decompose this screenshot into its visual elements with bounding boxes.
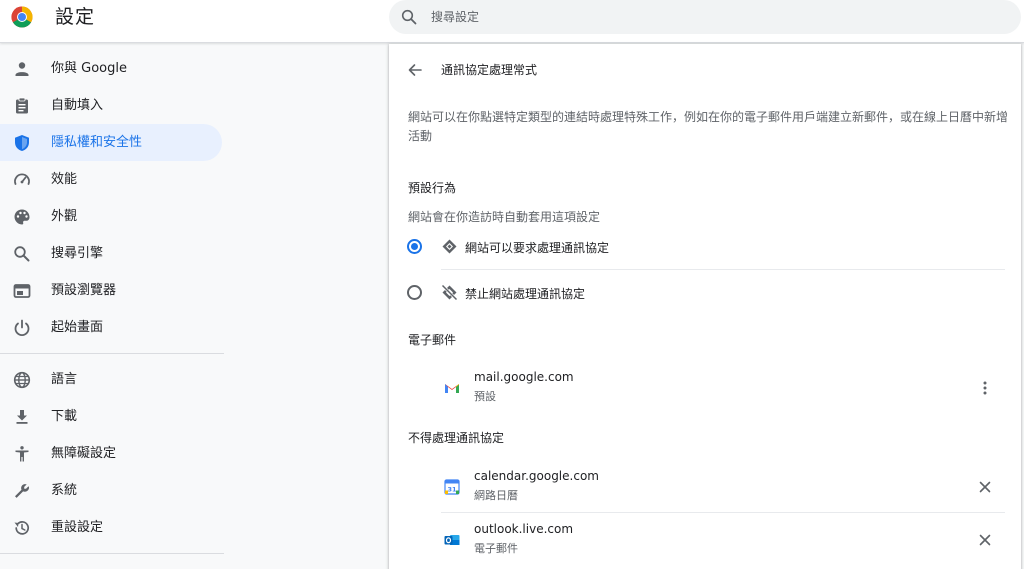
blocked-section-heading: 不得處理通訊協定 [408, 431, 505, 445]
site-name: outlook.live.com [474, 522, 574, 536]
sidebar-item-label: 重設設定 [51, 520, 104, 535]
chrome-logo-icon [11, 6, 33, 28]
sidebar-item-downloads[interactable]: 下載 [0, 398, 222, 435]
globe-icon [13, 371, 31, 389]
search-icon [401, 9, 417, 25]
sidebar-item-label: 外觀 [51, 209, 78, 224]
page-title: 設定 [55, 6, 96, 28]
default-behavior-heading: 預設行為 [408, 181, 457, 195]
radio-allow-protocol-handlers[interactable]: 網站可以要求處理通訊協定 [405, 232, 1005, 262]
site-name: mail.google.com [474, 370, 574, 384]
subpage-title: 通訊協定處理常式 [441, 63, 538, 77]
top-bar: 設定 [0, 0, 1024, 43]
sidebar-divider [0, 553, 224, 554]
wrench-icon [15, 484, 30, 498]
browser-icon [13, 284, 31, 298]
back-button[interactable] [403, 58, 427, 82]
default-behavior-subtext: 網站會在你造訪時自動套用這項設定 [408, 210, 601, 224]
download-icon [16, 410, 28, 424]
remove-site-button[interactable] [973, 475, 997, 499]
radio-block-protocol-handlers[interactable]: 禁止網站處理通訊協定 [405, 278, 1005, 308]
sidebar: 你與 Google 自動填入 隱私權和安全性 效能 外觀 搜尋引擎 預設瀏覽器 … [0, 50, 230, 561]
sidebar-item-you-and-google[interactable]: 你與 Google [0, 50, 222, 87]
person-icon [15, 62, 29, 76]
site-sublabel: 電子郵件 [474, 542, 518, 555]
sidebar-item-on-startup[interactable]: 起始畫面 [0, 309, 222, 346]
sidebar-item-label: 隱私權和安全性 [51, 135, 143, 150]
arrow-back-icon [408, 64, 422, 76]
sidebar-item-system[interactable]: 系統 [0, 472, 222, 509]
more-vert-icon [983, 381, 987, 395]
option-divider [441, 269, 1005, 270]
sidebar-item-performance[interactable]: 效能 [0, 161, 222, 198]
sidebar-item-label: 搜尋引擎 [51, 246, 104, 261]
shield-icon [15, 135, 29, 151]
site-name: calendar.google.com [474, 469, 599, 483]
protocol-handlers-panel: 通訊協定處理常式 網站可以在你點選特定類型的連結時處理特殊工作，例如在你的電子郵… [389, 44, 1021, 569]
sidebar-item-autofill[interactable]: 自動填入 [0, 87, 222, 124]
accessibility-icon [15, 446, 29, 462]
restore-icon [14, 521, 30, 535]
sidebar-item-default-browser[interactable]: 預設瀏覽器 [0, 272, 222, 309]
search-box[interactable] [389, 0, 1021, 34]
protocol-handler-icon [442, 239, 457, 254]
protocol-handler-off-icon [441, 284, 458, 301]
more-actions-button[interactable] [973, 376, 997, 400]
sidebar-item-accessibility[interactable]: 無障礙設定 [0, 435, 222, 472]
radio-button-unchecked[interactable] [407, 285, 422, 300]
google-calendar-icon: 31 [444, 479, 460, 495]
sidebar-item-appearance[interactable]: 外觀 [0, 198, 222, 235]
sidebar-item-label: 預設瀏覽器 [51, 283, 117, 298]
power-icon [14, 319, 30, 337]
close-icon [979, 534, 991, 546]
remove-site-button[interactable] [973, 528, 997, 552]
sidebar-divider [0, 353, 224, 354]
search-icon [14, 246, 30, 262]
sidebar-item-privacy-security[interactable]: 隱私權和安全性 [0, 124, 222, 161]
outlook-icon [444, 535, 460, 545]
clipboard-icon [16, 97, 28, 114]
sidebar-item-languages[interactable]: 語言 [0, 361, 222, 398]
sidebar-item-reset-settings[interactable]: 重設設定 [0, 509, 222, 546]
sidebar-item-label: 系統 [51, 483, 78, 498]
radio-label: 禁止網站處理通訊協定 [465, 287, 586, 301]
site-sublabel: 網路日曆 [474, 489, 518, 502]
palette-icon [14, 209, 30, 225]
radio-label: 網站可以要求處理通訊協定 [465, 241, 610, 255]
radio-button-checked[interactable] [407, 239, 422, 254]
site-divider [441, 512, 1005, 513]
gmail-icon [445, 384, 459, 393]
close-icon [979, 481, 991, 493]
sidebar-item-label: 你與 Google [51, 61, 127, 76]
sidebar-item-label: 效能 [51, 172, 78, 187]
sidebar-item-label: 自動填入 [51, 98, 104, 113]
sidebar-item-label: 下載 [51, 409, 78, 424]
svg-text:31: 31 [447, 485, 457, 493]
search-input[interactable] [431, 7, 991, 27]
description-text: 網站可以在你點選特定類型的連結時處理特殊工作，例如在你的電子郵件用戶端建立新郵件… [408, 110, 1009, 143]
email-section-heading: 電子郵件 [408, 333, 457, 347]
site-row-calendar-google: 31 calendar.google.com 網路日曆 [439, 467, 1009, 513]
site-row-mail-google: mail.google.com 預設 [439, 368, 1009, 414]
site-sublabel: 預設 [474, 390, 496, 403]
site-row-outlook-live: outlook.live.com 電子郵件 [439, 520, 1009, 566]
sidebar-item-label: 無障礙設定 [51, 446, 117, 461]
speedometer-icon [14, 173, 30, 185]
sidebar-item-search-engine[interactable]: 搜尋引擎 [0, 235, 222, 272]
sidebar-item-label: 起始畫面 [51, 320, 104, 335]
sidebar-item-label: 語言 [51, 372, 78, 387]
